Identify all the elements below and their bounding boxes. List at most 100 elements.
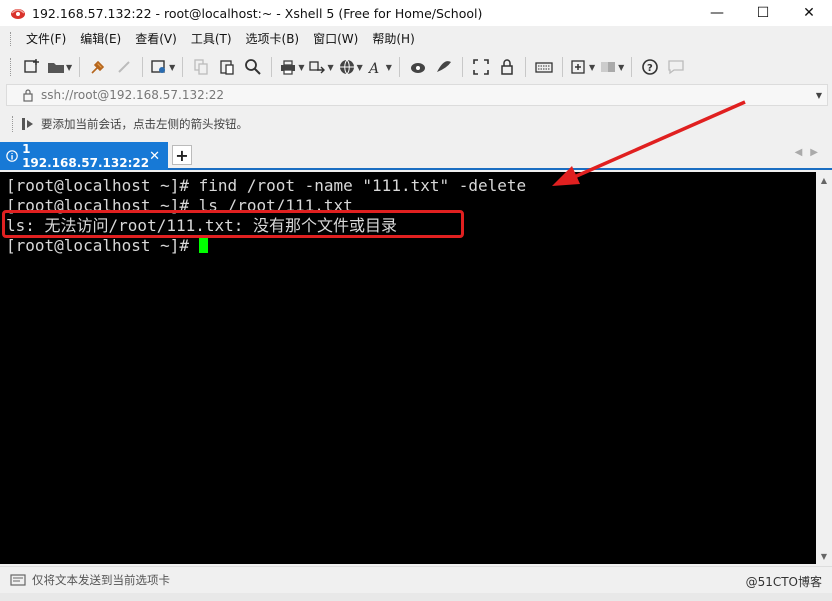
keyboard-icon	[535, 62, 553, 73]
menu-bar: 文件(F) 编辑(E) 查看(V) 工具(T) 选项卡(B) 窗口(W) 帮助(…	[0, 28, 832, 50]
terminal-prompt-line: [root@localhost ~]#	[6, 236, 816, 256]
reconnect-button[interactable]	[87, 55, 109, 79]
menu-file[interactable]: 文件(F)	[19, 28, 73, 50]
disconnect-icon	[118, 61, 130, 73]
terminal-line: [root@localhost ~]# find /root -name "11…	[6, 176, 527, 195]
chevron-down-icon: ▼	[66, 62, 73, 72]
menu-view[interactable]: 查看(V)	[128, 28, 184, 50]
info-icon	[6, 150, 18, 162]
menu-tools[interactable]: 工具(T)	[184, 28, 239, 50]
scroll-down-icon[interactable]: ▼	[816, 548, 832, 564]
watermark: @51CTO博客	[745, 575, 822, 589]
window-title: 192.168.57.132:22 - root@localhost:~ - X…	[32, 5, 483, 21]
globe-icon	[339, 59, 354, 75]
chat-button[interactable]	[665, 55, 687, 79]
minimize-button[interactable]: —	[694, 0, 740, 26]
toolbar-separator	[271, 57, 273, 77]
disconnect-button[interactable]	[113, 55, 135, 79]
address-input[interactable]	[41, 88, 811, 102]
add-box-icon	[571, 60, 585, 74]
help-button[interactable]: ?	[639, 55, 661, 79]
chevron-down-icon: ▼	[618, 62, 625, 72]
chevron-down-icon[interactable]: ▼	[811, 91, 827, 100]
chevron-down-icon: ▼	[588, 62, 596, 72]
font-button[interactable]: A ▼	[367, 55, 392, 79]
tab-navigation: ◀ ▶	[795, 147, 818, 158]
toolbar-separator	[561, 57, 563, 77]
window-controls: — ☐ ✕	[694, 0, 832, 26]
lock-icon	[23, 89, 33, 102]
terminal-prompt: [root@localhost ~]#	[6, 236, 199, 255]
keyboard-button[interactable]	[533, 55, 555, 79]
terminal-cursor	[198, 236, 208, 253]
menu-help[interactable]: 帮助(H)	[365, 28, 421, 50]
chevron-down-icon: ▼	[169, 62, 176, 72]
title-bar: 192.168.57.132:22 - root@localhost:~ - X…	[0, 0, 832, 26]
open-session-button[interactable]: ▼	[47, 55, 72, 79]
xshell-logo-icon	[11, 9, 25, 19]
fullscreen-icon	[473, 59, 489, 75]
scroll-up-icon[interactable]: ▲	[816, 172, 832, 188]
hint-text: 要添加当前会话，点击左侧的箭头按钮。	[41, 117, 248, 131]
print-button[interactable]: ▼	[279, 55, 304, 79]
properties-button[interactable]: ▼	[150, 55, 175, 79]
paste-button[interactable]	[216, 55, 238, 79]
find-button[interactable]	[242, 55, 264, 79]
copy-icon	[194, 59, 208, 75]
toolbar-separator	[182, 57, 184, 77]
chat-icon	[668, 60, 684, 75]
maximize-button[interactable]: ☐	[740, 0, 786, 26]
copy-button[interactable]	[190, 55, 212, 79]
chevron-down-icon: ▼	[385, 62, 392, 72]
menu-edit[interactable]: 编辑(E)	[73, 28, 128, 50]
fullscreen-button[interactable]	[470, 55, 492, 79]
xshell-button[interactable]	[407, 55, 429, 79]
toolbar-separator	[631, 57, 633, 77]
layout-icon	[601, 62, 616, 72]
toolbar-separator	[461, 57, 463, 77]
xftp-icon	[436, 61, 451, 72]
printer-icon	[281, 60, 296, 75]
paste-icon	[220, 60, 234, 75]
close-button[interactable]: ✕	[786, 0, 832, 26]
address-bar: ▼	[6, 84, 828, 106]
help-icon: ?	[642, 59, 659, 75]
terminal-scrollbar[interactable]: ▲ ▼	[816, 172, 832, 564]
tab-close-icon[interactable]: ✕	[149, 149, 160, 164]
status-bar	[0, 593, 832, 601]
tab-prev-icon[interactable]: ◀	[795, 147, 803, 158]
plug-icon	[91, 60, 105, 74]
toolbar-grip	[10, 58, 13, 76]
search-icon	[245, 59, 262, 75]
add-tab-button[interactable]: +	[172, 145, 192, 165]
transfer-button[interactable]: ▼	[308, 55, 334, 79]
new-session-button[interactable]	[21, 55, 43, 79]
folder-icon	[48, 63, 64, 73]
chevron-down-icon: ▼	[298, 62, 305, 72]
globe-button[interactable]: ▼	[338, 55, 363, 79]
add-session-arrow-icon[interactable]	[21, 116, 37, 132]
menu-tabs[interactable]: 选项卡(B)	[239, 28, 307, 50]
annotation-highlight-box	[2, 210, 464, 238]
font-icon: A	[367, 61, 379, 76]
transfer-icon	[309, 61, 326, 74]
menu-window[interactable]: 窗口(W)	[306, 28, 365, 50]
lock-button[interactable]	[496, 55, 518, 79]
layout-button[interactable]: ▼	[599, 55, 624, 79]
toolbar-separator	[142, 57, 144, 77]
properties-icon	[151, 60, 166, 73]
lock-icon	[501, 59, 513, 75]
xftp-button[interactable]	[433, 55, 455, 79]
add-button[interactable]: ▼	[570, 55, 595, 79]
chevron-down-icon: ▼	[327, 62, 334, 72]
send-icon[interactable]	[10, 573, 26, 586]
compose-text: 仅将文本发送到当前选项卡	[32, 572, 170, 587]
scroll-track[interactable]	[816, 188, 832, 548]
svg-text:A: A	[367, 61, 379, 76]
tab-next-icon[interactable]: ▶	[810, 147, 818, 158]
svg-text:?: ?	[647, 63, 653, 74]
session-hint-bar: 要添加当前会话，点击左侧的箭头按钮。	[6, 112, 828, 136]
toolbar-separator	[524, 57, 526, 77]
chevron-down-icon: ▼	[356, 62, 363, 72]
tab-session-1[interactable]: 1 192.168.57.132:22 ✕	[0, 142, 168, 170]
